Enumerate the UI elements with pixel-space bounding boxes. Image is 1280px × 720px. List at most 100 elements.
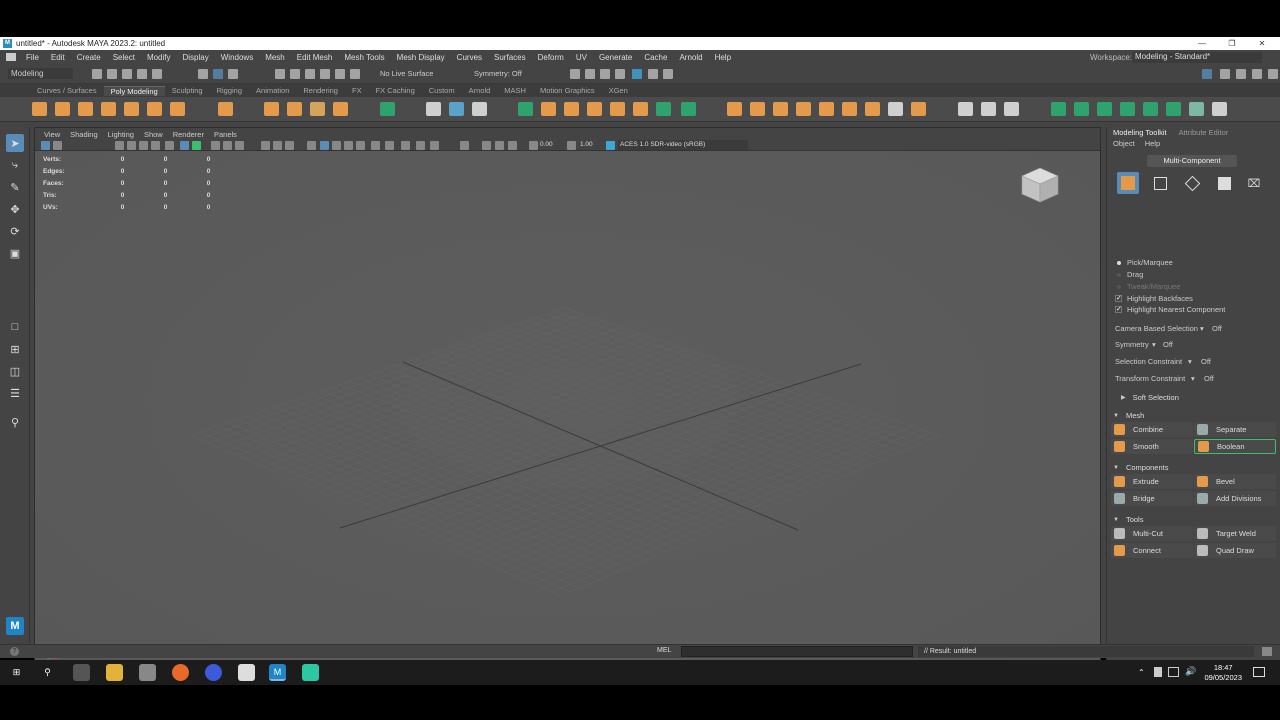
shelf-tab-xgen[interactable]: XGen: [602, 86, 635, 95]
poly-plane-icon[interactable]: [147, 102, 162, 116]
ipr-render-icon[interactable]: [600, 69, 610, 79]
menu-mesh[interactable]: Mesh: [259, 53, 291, 62]
viewport-menu-lighting[interactable]: Lighting: [103, 130, 139, 139]
bevel-button[interactable]: Bevel: [1194, 474, 1276, 489]
retopologize-shelf-icon[interactable]: [681, 102, 696, 116]
uv-unfold-icon[interactable]: [1143, 102, 1158, 116]
volume-icon[interactable]: 🔊: [1185, 666, 1196, 677]
chevron-up-icon[interactable]: ⌃: [1138, 668, 1145, 677]
camera-attributes-icon[interactable]: [53, 141, 62, 150]
bridge-button[interactable]: Bridge: [1111, 491, 1193, 506]
chamfer-vertex-icon[interactable]: [842, 102, 857, 116]
snap-curve-icon[interactable]: [290, 69, 300, 79]
snap-vertex-icon[interactable]: [350, 69, 360, 79]
2d-pan-zoom-icon[interactable]: [139, 141, 148, 150]
safe-title-icon[interactable]: [261, 141, 270, 150]
face-mode-icon[interactable]: [1213, 172, 1235, 194]
mirror-icon[interactable]: [449, 102, 464, 116]
bookmarks-icon[interactable]: [115, 141, 124, 150]
command-input[interactable]: [681, 646, 913, 657]
move-tool-icon[interactable]: ✥: [6, 200, 24, 218]
viewport-menu-view[interactable]: View: [39, 130, 65, 139]
menu-surfaces[interactable]: Surfaces: [488, 53, 532, 62]
rotate-tool-icon[interactable]: ⟳: [6, 222, 24, 240]
shelf-tab-curves-surfaces[interactable]: Curves / Surfaces: [30, 86, 104, 95]
poly-cone-icon[interactable]: [101, 102, 116, 116]
workspace-dropdown[interactable]: Modeling - Standard*: [1132, 51, 1262, 63]
ambient-occlusion-icon[interactable]: [356, 141, 365, 150]
chat-app-icon[interactable]: [302, 664, 319, 681]
transform-constraint-value[interactable]: Off: [1204, 374, 1214, 383]
menu-arnold[interactable]: Arnold: [673, 53, 708, 62]
wireframe-icon[interactable]: [273, 141, 282, 150]
uv-mode-icon[interactable]: ⌧: [1243, 172, 1265, 194]
shelf-tab-sculpting[interactable]: Sculpting: [165, 86, 210, 95]
select-tool-icon[interactable]: ➤: [6, 134, 24, 152]
shelf-tab-motion-graphics[interactable]: Motion Graphics: [533, 86, 602, 95]
home-icon[interactable]: [6, 53, 16, 61]
render-settings-icon[interactable]: [615, 69, 625, 79]
circularize-icon[interactable]: [911, 102, 926, 116]
uv-editor-icon[interactable]: [380, 102, 395, 116]
quad-draw-shelf-icon[interactable]: [1004, 102, 1019, 116]
tools-section[interactable]: ▼ Tools: [1113, 515, 1143, 524]
poly-cylinder-icon[interactable]: [78, 102, 93, 116]
snap-point-icon[interactable]: [305, 69, 315, 79]
unity-icon[interactable]: [238, 664, 255, 681]
open-scene-icon[interactable]: [107, 69, 117, 79]
soft-selection-section[interactable]: ▶ Soft Selection: [1121, 393, 1179, 402]
menu-uv[interactable]: UV: [570, 53, 593, 62]
highlight-nearest-checkbox[interactable]: ✓ Highlight Nearest Component: [1115, 305, 1225, 314]
motion-blur-icon[interactable]: [371, 141, 380, 150]
pause-render-icon[interactable]: [663, 69, 673, 79]
view-cube-icon[interactable]: [1018, 165, 1062, 205]
tweak-marquee-option[interactable]: Tweak/Marquee: [1115, 282, 1180, 291]
separate-shelf-icon[interactable]: [541, 102, 556, 116]
outliner-layout-icon[interactable]: ☰: [6, 384, 24, 402]
search-icon[interactable]: ⚲: [39, 664, 56, 681]
menu-edit-mesh[interactable]: Edit Mesh: [291, 53, 339, 62]
poly-torus-icon[interactable]: [124, 102, 139, 116]
menu-deform[interactable]: Deform: [532, 53, 570, 62]
shelf-tab-arnold[interactable]: Arnold: [462, 86, 498, 95]
multi-component-label[interactable]: Multi-Component: [1147, 155, 1237, 167]
layout-single-icon[interactable]: □: [6, 318, 24, 336]
grease-pencil-icon[interactable]: [151, 141, 160, 150]
poly-sphere-icon[interactable]: [32, 102, 47, 116]
maya-taskbar-icon[interactable]: M: [269, 664, 286, 681]
minimize-icon[interactable]: —: [1187, 37, 1217, 50]
uv-snapshot-icon[interactable]: [1189, 102, 1204, 116]
connect-button[interactable]: Connect: [1111, 543, 1193, 558]
chevron-down-icon[interactable]: ▾: [1152, 340, 1156, 349]
snap-view-icon[interactable]: [320, 69, 330, 79]
uv-cut-icon[interactable]: [1097, 102, 1112, 116]
poke-face-icon[interactable]: [865, 102, 880, 116]
menu-create[interactable]: Create: [71, 53, 107, 62]
texture-toggle-icon[interactable]: [508, 141, 517, 150]
layout-four-icon[interactable]: ⊞: [6, 340, 24, 358]
smooth-shade-icon[interactable]: [285, 141, 294, 150]
smooth-shelf-icon[interactable]: [587, 102, 602, 116]
shelf-tab-mash[interactable]: MASH: [497, 86, 533, 95]
new-scene-icon[interactable]: [92, 69, 102, 79]
extrude-shelf-icon[interactable]: [727, 102, 742, 116]
image-plane-icon[interactable]: [127, 141, 136, 150]
firefox-icon[interactable]: [172, 664, 189, 681]
select-component-icon[interactable]: [228, 69, 238, 79]
perspective-viewport[interactable]: View Shading Lighting Show Renderer Pane…: [34, 127, 1101, 675]
menu-windows[interactable]: Windows: [215, 53, 259, 62]
select-object-icon[interactable]: [213, 69, 223, 79]
shelf-tab-custom[interactable]: Custom: [422, 86, 462, 95]
gamma-field[interactable]: 1.00: [580, 141, 602, 150]
viewport-menu-shading[interactable]: Shading: [65, 130, 103, 139]
search-icon[interactable]: ⚲: [6, 413, 24, 431]
windows-start-icon[interactable]: ⊞: [8, 664, 25, 681]
bevel-shelf-icon[interactable]: [773, 102, 788, 116]
menu-edit[interactable]: Edit: [45, 53, 71, 62]
select-camera-icon[interactable]: [41, 141, 50, 150]
mel-mode-button[interactable]: MEL: [657, 647, 671, 654]
menu-mesh-tools[interactable]: Mesh Tools: [338, 53, 390, 62]
poly-platonic-icon[interactable]: [218, 102, 233, 116]
symmetry-status[interactable]: Symmetry: Off: [474, 69, 522, 78]
xray-icon[interactable]: [320, 141, 329, 150]
